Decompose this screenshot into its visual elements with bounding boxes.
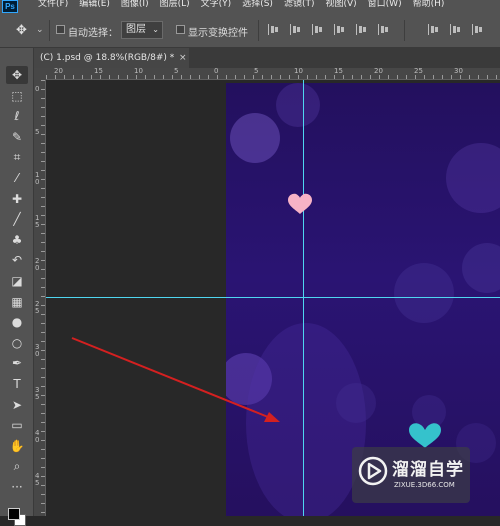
watermark-title: 溜溜自学 bbox=[392, 460, 464, 480]
annotation-arrow bbox=[71, 337, 269, 418]
watermark: 溜溜自学 ZIXUE.3D66.COM bbox=[352, 447, 470, 503]
teal-heart-icon[interactable] bbox=[409, 423, 441, 448]
pink-heart-icon[interactable] bbox=[288, 193, 312, 214]
watermark-subtitle: ZIXUE.3D66.COM bbox=[394, 481, 455, 489]
canvas-overlay bbox=[71, 193, 441, 448]
play-logo-icon bbox=[358, 456, 388, 486]
